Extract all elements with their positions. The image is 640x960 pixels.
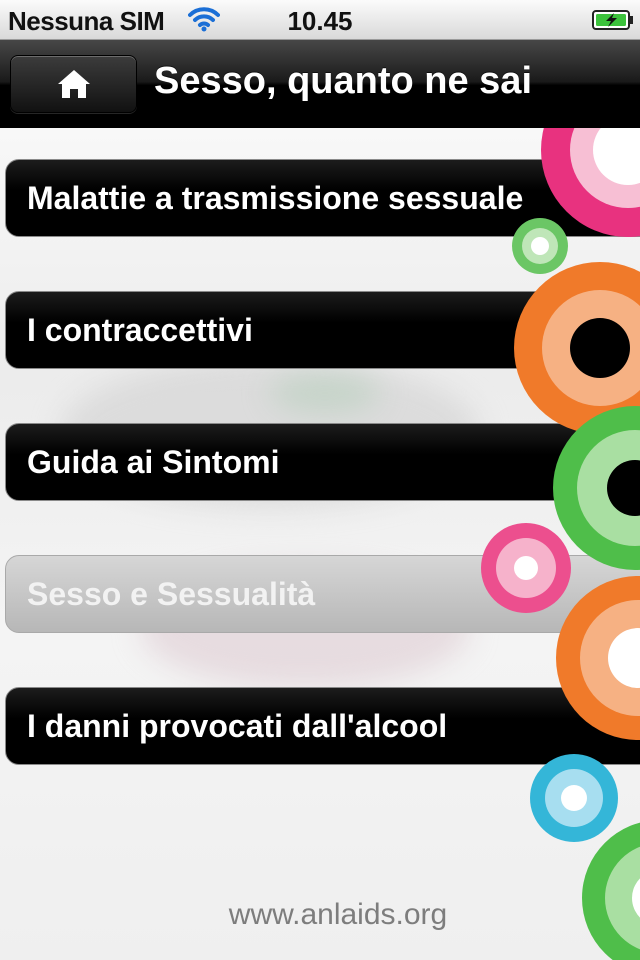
- menu-item-malattie[interactable]: Malattie a trasmissione sessuale: [5, 159, 640, 237]
- page-title: Sesso, quanto ne sai: [154, 60, 532, 102]
- menu-item-label: I contraccettivi: [27, 312, 253, 348]
- ring-cyan: [530, 754, 618, 842]
- battery-charging-icon: [592, 10, 633, 30]
- menu-item-label: Guida ai Sintomi: [27, 444, 280, 480]
- menu-item-label: I danni provocati dall'alcool: [27, 708, 448, 744]
- background-image-shape-2: [270, 373, 380, 413]
- menu-item-sesso-sessualita[interactable]: Sesso e Sessualità: [5, 555, 640, 633]
- navigation-bar: Sesso, quanto ne sai: [0, 40, 640, 128]
- footer-url[interactable]: www.anlaids.org: [0, 898, 640, 932]
- menu-item-guida-sintomi[interactable]: Guida ai Sintomi: [5, 423, 640, 501]
- status-bar: Nessuna SIM 10.45: [0, 0, 640, 40]
- menu-item-label: Sesso e Sessualità: [27, 576, 316, 612]
- home-icon: [58, 70, 90, 98]
- home-button[interactable]: [10, 55, 137, 113]
- status-time: 10.45: [287, 6, 353, 36]
- ring-green-bottom: [582, 822, 640, 960]
- menu-content: Malattie a trasmissione sessuale I contr…: [0, 128, 640, 960]
- menu-item-contraccettivi[interactable]: I contraccettivi: [5, 291, 640, 369]
- menu-item-danni-alcool[interactable]: I danni provocati dall'alcool: [5, 687, 640, 765]
- menu-item-label: Malattie a trasmissione sessuale: [27, 180, 524, 216]
- decorative-rings: [481, 128, 640, 960]
